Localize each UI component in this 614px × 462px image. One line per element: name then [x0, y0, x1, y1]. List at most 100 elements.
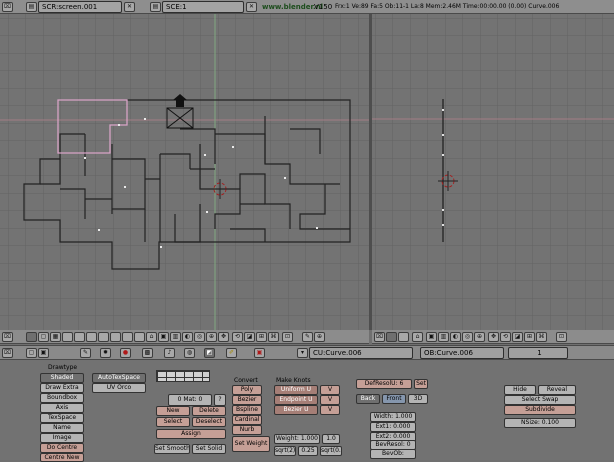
anim-icon[interactable]: ♪	[164, 348, 175, 358]
view-home-icon[interactable]: ⌘	[268, 332, 279, 342]
width-field[interactable]: Width: 1.000	[370, 412, 416, 422]
weight-sqrt05-button[interactable]: sqrt(0.5)	[320, 446, 342, 456]
drawtype-select[interactable]: Shaded	[40, 373, 84, 383]
layer-icon[interactable]: ▢	[26, 348, 37, 358]
window-type-icon[interactable]: ⌧	[2, 348, 13, 358]
convert-cardinal-button[interactable]: Cardinal	[232, 415, 262, 425]
bezier-v-button[interactable]: V	[320, 405, 340, 415]
scene-name-field[interactable]: SCE:1	[162, 1, 244, 13]
lock-icon[interactable]: ⌂	[412, 332, 423, 342]
view-extra-icon[interactable]: ⊡	[556, 332, 567, 342]
back-button[interactable]: Back	[356, 394, 380, 404]
weight-one-button[interactable]: 1.0	[322, 434, 340, 444]
material-help-button[interactable]: ?	[214, 394, 226, 406]
window-type-icon[interactable]: ⌧	[2, 332, 13, 342]
view-icon[interactable]: ▣	[38, 348, 49, 358]
nsize-field[interactable]: NSize: 0.100	[504, 418, 576, 428]
screen-close-icon[interactable]: ✕	[124, 2, 135, 12]
3d-button[interactable]: 3D	[408, 394, 428, 404]
view-rotate-icon[interactable]: ⟲	[500, 332, 511, 342]
draw-extra-button[interactable]: Draw Extra	[40, 383, 84, 393]
view-extra-icon[interactable]: ⊡	[282, 332, 293, 342]
uv-orco-button[interactable]: UV Orco	[92, 383, 146, 393]
name-button[interactable]: Name	[40, 423, 84, 433]
texture-icon[interactable]: ▩	[142, 348, 153, 358]
edit-icon[interactable]: ◩	[204, 348, 215, 358]
view-home-icon[interactable]: ⌘	[536, 332, 547, 342]
view-pan-icon[interactable]: ✥	[218, 332, 229, 342]
weight-field[interactable]: Weight: 1.000	[274, 434, 320, 444]
front-button[interactable]: Front	[382, 394, 406, 404]
layer-4-icon[interactable]	[62, 332, 73, 342]
uniform-v-button[interactable]: V	[320, 385, 340, 395]
lamp-icon[interactable]: ✹	[100, 348, 111, 358]
layer-7-icon[interactable]	[98, 332, 109, 342]
view-grab-icon[interactable]: ⊞	[256, 332, 267, 342]
view-rotate-icon[interactable]: ⟲	[232, 332, 243, 342]
set-smooth-button[interactable]: Set Smooth	[154, 444, 190, 454]
set-solid-button[interactable]: Set Solid	[192, 444, 226, 454]
uniform-u-button[interactable]: Uniform U	[274, 385, 318, 395]
layer-5-icon[interactable]	[74, 332, 85, 342]
view-pan-icon[interactable]: ✥	[488, 332, 499, 342]
curve-browse-icon[interactable]: ▾	[297, 348, 308, 358]
weight-025-button[interactable]: 0.25	[298, 446, 318, 456]
layer-2-icon[interactable]	[398, 332, 409, 342]
hide-button[interactable]: Hide	[504, 385, 536, 395]
render-icon[interactable]: ▣	[254, 348, 265, 358]
texspace-button[interactable]: TexSpace	[40, 413, 84, 423]
autotexspace-button[interactable]: AutoTexSpace	[92, 373, 146, 383]
view-local-icon[interactable]: ◎	[194, 332, 205, 342]
screen-name-field[interactable]: SCR:screen.001	[38, 1, 122, 13]
boundbox-button[interactable]: Boundbox	[40, 393, 84, 403]
subdivide-button[interactable]: Subdivide	[504, 405, 576, 415]
view-persp-icon[interactable]: ▥	[170, 332, 181, 342]
object-name-field[interactable]: OB:Curve.006	[420, 347, 504, 359]
layer-10-icon[interactable]	[134, 332, 145, 342]
set-weight-button[interactable]: Set Weight	[232, 436, 270, 452]
view-edit-icon[interactable]: ✎	[302, 332, 313, 342]
weight-sqrt2-button[interactable]: sqrt(2)/4	[274, 446, 296, 456]
layer-3-icon[interactable]: ▦	[50, 332, 61, 342]
do-centre-button[interactable]: Do Centre	[40, 443, 84, 453]
ext1-field[interactable]: Ext1: 0.000	[370, 422, 416, 432]
material-icon[interactable]: ●	[120, 348, 131, 358]
set-button[interactable]: Set	[414, 379, 428, 389]
defresol-field[interactable]: DefResolU: 6	[356, 379, 412, 389]
script-icon[interactable]: ✐	[226, 348, 237, 358]
mat-delete-button[interactable]: Delete	[192, 406, 226, 416]
convert-bezier-button[interactable]: Bezier	[232, 395, 262, 405]
view-persp-icon[interactable]: ▥	[438, 332, 449, 342]
mat-select-button[interactable]: Select	[156, 417, 190, 427]
centre-new-button[interactable]: Centre New	[40, 453, 84, 462]
layer-8-icon[interactable]	[110, 332, 121, 342]
image-button[interactable]: Image	[40, 433, 84, 443]
mat-new-button[interactable]: New	[156, 406, 190, 416]
viewport-side[interactable]	[372, 14, 614, 330]
bezier-u-button[interactable]: Bezier U	[274, 405, 318, 415]
view-align-icon[interactable]: ◪	[512, 332, 523, 342]
scene-close-icon[interactable]: ✕	[246, 2, 257, 12]
view-local-icon[interactable]: ◎	[462, 332, 473, 342]
lock-icon[interactable]: ⌂	[146, 332, 157, 342]
pointer-icon[interactable]: ✎	[80, 348, 91, 358]
layer-6-icon[interactable]	[86, 332, 97, 342]
window-type-icon[interactable]: ⌧	[374, 332, 385, 342]
material-index-field[interactable]: 0 Mat: 0	[168, 394, 212, 406]
view-align-icon[interactable]: ◪	[244, 332, 255, 342]
mat-deselect-button[interactable]: Deselect	[192, 417, 226, 427]
endpoint-u-button[interactable]: Endpoint U	[274, 395, 318, 405]
window-type-icon[interactable]: ⌧	[2, 2, 13, 12]
view-zoom-icon[interactable]: ⊕	[474, 332, 485, 342]
view-grab-icon[interactable]: ⊞	[524, 332, 535, 342]
convert-bspline-button[interactable]: Bspline	[232, 405, 262, 415]
select-swap-button[interactable]: Select Swap	[504, 395, 576, 405]
layer-1-icon[interactable]	[26, 332, 37, 342]
view-draw-icon[interactable]: ◐	[182, 332, 193, 342]
page-field[interactable]: 1	[508, 347, 568, 359]
view-mode-icon[interactable]: ▣	[426, 332, 437, 342]
screen-browse-icon[interactable]: ▤	[26, 2, 37, 12]
layer-2-icon[interactable]: ▢	[38, 332, 49, 342]
axis-button[interactable]: Axis	[40, 403, 84, 413]
bevob-field[interactable]: BevOb:	[370, 449, 416, 459]
